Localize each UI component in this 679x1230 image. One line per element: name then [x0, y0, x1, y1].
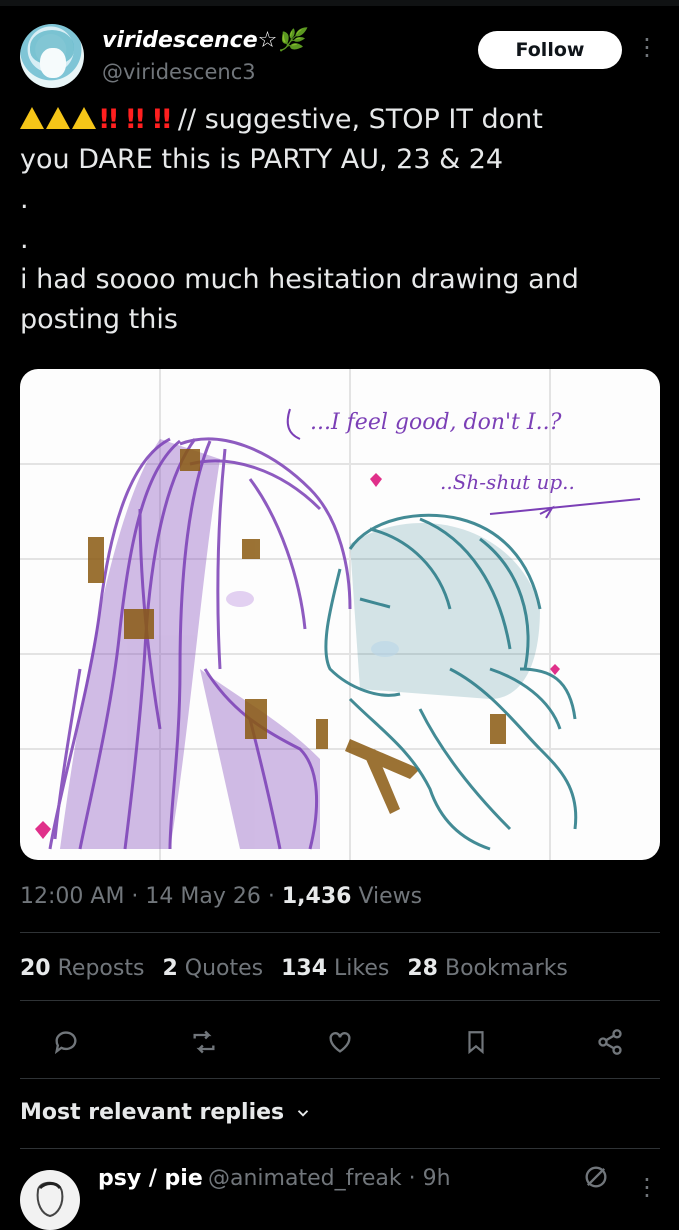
- quotes-stat[interactable]: 2 Quotes: [162, 956, 263, 981]
- bookmarks-stat[interactable]: 28 Bookmarks: [407, 956, 568, 981]
- action-bar: [20, 1022, 660, 1062]
- divider: [20, 1000, 660, 1001]
- post-time[interactable]: 12:00 AM: [20, 884, 124, 909]
- reply-avatar[interactable]: [20, 1170, 80, 1230]
- double-exclamation-icon: !!: [151, 104, 173, 135]
- divider: [20, 1078, 660, 1079]
- reply-icon[interactable]: [46, 1022, 86, 1062]
- author-display-name[interactable]: viridescence☆🌿: [102, 28, 305, 53]
- bookmark-icon[interactable]: [456, 1022, 496, 1062]
- share-icon[interactable]: [590, 1022, 630, 1062]
- like-icon[interactable]: [320, 1022, 360, 1062]
- chevron-down-icon: [297, 1109, 309, 1117]
- post-date[interactable]: 14 May 26: [145, 884, 260, 909]
- divider: [20, 1148, 660, 1149]
- grok-icon[interactable]: [582, 1163, 610, 1191]
- post-meta: 12:00 AM · 14 May 26 · 1,436 Views: [20, 884, 423, 909]
- handwriting-text: ...I feel good, don't I..?: [310, 410, 562, 435]
- author-handle[interactable]: @viridescenc3: [102, 60, 256, 84]
- post-text-line: i had soooo much hesitation drawing and: [20, 264, 579, 295]
- reply-author-name[interactable]: psy / pie: [98, 1166, 203, 1191]
- post-text-line: // suggestive, STOP IT dont: [177, 104, 543, 135]
- post-text-line: .: [20, 224, 29, 255]
- engagement-stats: 20 Reposts 2 Quotes 134 Likes 28 Bookmar…: [20, 956, 568, 981]
- top-divider: [0, 0, 679, 6]
- double-exclamation-icon: !!: [98, 104, 120, 135]
- likes-stat[interactable]: 134 Likes: [281, 956, 389, 981]
- views-label: Views: [358, 884, 423, 909]
- double-exclamation-icon: !!: [124, 104, 147, 135]
- divider: [20, 932, 660, 933]
- handwriting-text: ..Sh-shut up..: [440, 470, 575, 494]
- sketch-drawing: ...I feel good, don't I..? ..Sh-shut up.…: [20, 369, 660, 860]
- replies-sort-label: Most relevant replies: [20, 1100, 285, 1125]
- post-text-line: .: [20, 184, 29, 215]
- post-image[interactable]: ...I feel good, don't I..? ..Sh-shut up.…: [20, 369, 660, 860]
- reply-more-options-icon[interactable]: · · ·: [640, 1168, 654, 1208]
- reply-author-meta[interactable]: @animated_freak · 9h: [208, 1166, 451, 1191]
- reposts-stat[interactable]: 20 Reposts: [20, 956, 144, 981]
- post-text-line: you DARE this is PARTY AU, 23 & 24: [20, 144, 504, 175]
- more-options-icon[interactable]: · · ·: [640, 28, 654, 68]
- author-avatar[interactable]: [20, 24, 84, 88]
- post-text-line: posting this: [20, 304, 178, 335]
- warning-icon: [72, 107, 96, 129]
- follow-button[interactable]: Follow: [478, 31, 622, 69]
- replies-sort-dropdown[interactable]: Most relevant replies: [20, 1100, 312, 1125]
- views-count: 1,436: [281, 884, 352, 909]
- warning-icon: [46, 107, 70, 129]
- post-text: !!!!!!// suggestive, STOP IT dont you DA…: [20, 100, 660, 340]
- warning-icon: [20, 107, 44, 129]
- repost-icon[interactable]: [184, 1022, 224, 1062]
